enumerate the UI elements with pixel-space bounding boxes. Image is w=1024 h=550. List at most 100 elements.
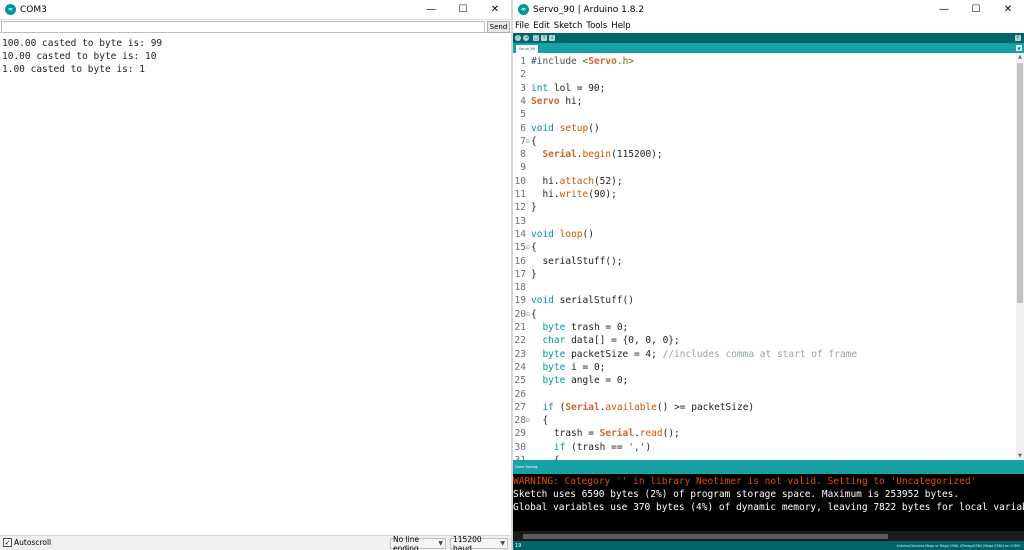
code-line[interactable]: 2 [513,68,1016,81]
menu-bar: File Edit Sketch Tools Help [513,19,1024,33]
line-number: 17 [514,268,526,280]
code-line[interactable]: 14 void loop() [513,228,1016,241]
code-line[interactable]: 8 Serial.begin(115200); [513,148,1016,161]
build-console[interactable]: WARNING: Category '' in library Neotimer… [513,474,1024,531]
code-text: void setup() [531,122,600,134]
open-icon[interactable]: ↑ [541,35,547,41]
code-text: { [531,242,537,254]
scroll-up-icon[interactable]: ▲ [1016,53,1024,61]
code-line[interactable]: 23 byte packetSize = 4; //includes comma… [513,348,1016,361]
code-line[interactable]: 6 void setup() [513,122,1016,135]
window-title: Servo_90 | Arduino 1.8.2 [533,4,645,15]
serial-monitor-icon[interactable]: ⚲ [1015,35,1021,41]
code-line[interactable]: 3 int lol = 90; [513,82,1016,95]
menu-sketch[interactable]: Sketch [554,21,583,31]
line-number: 18 [514,282,526,294]
maximize-icon[interactable]: ☐ [447,0,479,19]
autoscroll-checkbox[interactable]: ✓ [3,538,12,547]
code-text: void serialStuff() [531,295,634,307]
minimize-icon[interactable]: — [415,0,447,19]
code-line[interactable]: 9 [513,161,1016,174]
close-icon[interactable]: ✕ [992,0,1024,19]
code-line[interactable]: 7 ⊟{ [513,135,1016,148]
code-line[interactable]: 25 byte angle = 0; [513,374,1016,387]
line-number: 30 [514,441,526,453]
line-number: 23 [514,348,526,360]
console-line: WARNING: Category '' in library Neotimer… [513,476,977,487]
tab-menu-icon[interactable]: ▼ [1016,45,1022,51]
tab-servo-90[interactable]: Servo_90 [516,45,538,53]
code-text: byte i = 0; [542,361,606,373]
code-text: { [531,308,537,320]
line-number: 9 [520,162,526,174]
scrollbar-thumb[interactable] [523,534,888,539]
code-line[interactable]: 19 void serialStuff() [513,294,1016,307]
code-line[interactable]: 22 char data[] = {0, 0, 0}; [513,334,1016,347]
console-line: Global variables use 370 bytes (4%) of d… [513,502,1024,513]
editor-scrollbar[interactable]: ▲ ▼ [1016,53,1024,460]
code-line[interactable]: 17} [513,268,1016,281]
autoscroll-toggle[interactable]: ✓ Autoscroll [3,538,51,547]
serial-output-line: 10.00 casted to byte is: 10 [2,51,157,62]
code-text: if (Serial.available() >= packetSize) [542,401,755,413]
code-line[interactable]: 24 byte i = 0; [513,361,1016,374]
code-line[interactable]: 21 byte trash = 0; [513,321,1016,334]
board-port-info: Arduino/Genuino Mega or Mega 2560, ATmeg… [896,544,1020,548]
baud-rate-select[interactable]: 115200 baud ▼ [450,535,508,550]
line-number: 1 [520,56,526,67]
code-line[interactable]: 5 [513,108,1016,121]
new-icon[interactable]: □ [533,35,539,41]
upload-icon[interactable]: → [523,35,529,41]
verify-icon[interactable]: ✓ [515,35,521,41]
code-line[interactable]: 4 Servo hi; [513,95,1016,108]
code-line[interactable]: 12} [513,201,1016,214]
serial-input-row: Send [0,19,511,33]
code-editor[interactable]: 1 #include <Servo.h> 2 3 int lol = 90; 4 Servo… [513,53,1016,460]
code-text: char data[] = {0, 0, 0}; [542,335,680,347]
minimize-icon[interactable]: — [928,0,960,19]
menu-file[interactable]: File [515,21,529,31]
serial-output-area[interactable]: 100.00 casted to byte is: 99 10.00 caste… [0,34,511,534]
serial-monitor-titlebar[interactable]: ∞ COM3 — ☐ ✕ [0,0,511,19]
line-number: 12 [514,202,526,214]
menu-help[interactable]: Help [611,21,630,31]
line-number: 3 [520,82,526,94]
menu-edit[interactable]: Edit [533,21,549,31]
code-line[interactable]: 27 if (Serial.available() >= packetSize) [513,401,1016,414]
maximize-icon[interactable]: ☐ [960,0,992,19]
line-ending-select[interactable]: No line ending ▼ [390,535,446,550]
line-number: 25 [514,375,526,387]
menu-tools[interactable]: Tools [586,21,607,31]
scrollbar-thumb[interactable] [1017,63,1023,303]
code-line[interactable]: 18 [513,281,1016,294]
line-number: 29 [514,428,526,440]
save-icon[interactable]: ↓ [549,35,555,41]
code-line[interactable]: 26 [513,388,1016,401]
send-button[interactable]: Send [487,21,510,33]
scroll-down-icon[interactable]: ▼ [1016,452,1024,460]
code-line[interactable]: 11 hi.write(90); [513,188,1016,201]
line-number: 14 [514,228,526,240]
serial-send-input[interactable] [1,21,485,33]
ide-status-strip: Done Saving. [513,460,1024,474]
line-number: 6 [520,122,526,134]
serial-output-line: 1.00 casted to byte is: 1 [2,64,145,75]
code-line[interactable]: 10 hi.attach(52); [513,175,1016,188]
ide-titlebar[interactable]: ∞ Servo_90 | Arduino 1.8.2 — ☐ ✕ [513,0,1024,19]
line-number: 8 [520,149,526,161]
code-line[interactable]: 15 ⊟{ [513,241,1016,254]
code-text: { [531,135,537,147]
code-text: trash = Serial.read(); [531,428,680,440]
code-line[interactable]: 1 #include <Servo.h> [513,55,1016,68]
close-icon[interactable]: ✕ [479,0,511,19]
code-line[interactable]: 16 serialStuff(); [513,255,1016,268]
code-line[interactable]: 29 trash = Serial.read(); [513,427,1016,440]
code-text: if (trash == ',') [553,441,652,453]
code-line[interactable]: 20 ⊟{ [513,308,1016,321]
console-horizontal-scrollbar[interactable] [513,531,1024,541]
line-number: 11 [514,189,526,200]
console-line: Sketch uses 6590 bytes (2%) of program s… [513,489,960,500]
code-line[interactable]: 28 ⊟ { [513,414,1016,427]
code-line[interactable]: 13 [513,215,1016,228]
code-line[interactable]: 30 if (trash == ',') [513,441,1016,454]
